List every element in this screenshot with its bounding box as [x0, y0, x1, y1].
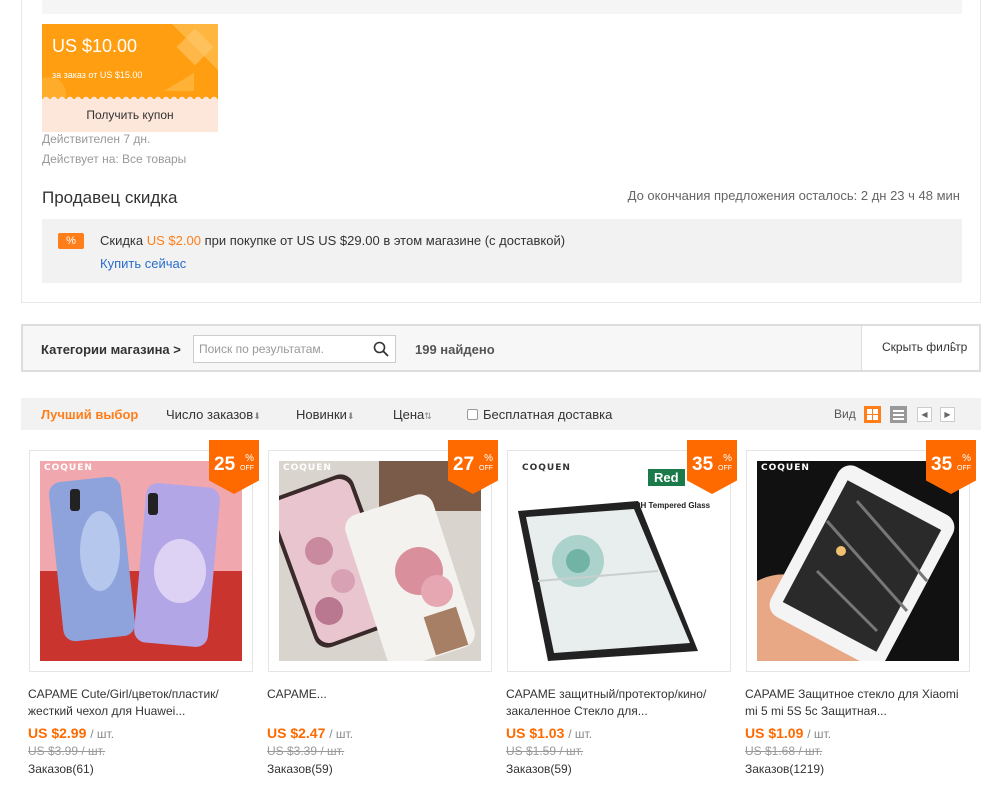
top-strip: [42, 0, 962, 14]
product-card[interactable]: COQUEN 27 % OFF CAPAME... US $2.47 / шт.…: [260, 440, 498, 780]
discount-description: Скидка US $2.00 при покупке от US US $29…: [100, 233, 565, 248]
product-photo: [279, 461, 481, 661]
badge-off: OFF: [240, 465, 254, 472]
product-card[interactable]: COQUEN 25 % OFF CAPAME Cute/Girl/цветок/…: [21, 440, 259, 780]
sort-updown-icon: ⇅: [424, 411, 432, 421]
badge-percent: %: [245, 453, 254, 464]
get-coupon-button[interactable]: Получить купон: [42, 99, 218, 132]
badge-percent: %: [723, 453, 732, 464]
product-price: US $2.47 / шт.: [267, 725, 353, 741]
product-orders: Заказов(61): [28, 762, 94, 776]
discount-percent: 27: [453, 454, 475, 475]
price-value: US $1.03: [506, 725, 565, 741]
sort-orders[interactable]: Число заказов⬇: [166, 407, 261, 422]
product-old-price: US $1.68 / шт.: [745, 744, 823, 758]
badge-percent: %: [962, 453, 971, 464]
store-filter-bar: Категории магазина > 199 найдено Скрыть …: [21, 324, 981, 372]
product-price: US $1.03 / шт.: [506, 725, 592, 741]
badge-percent: %: [484, 453, 493, 464]
product-old-price: US $3.39 / шт.: [267, 744, 345, 758]
sort-orders-label: Число заказов: [166, 407, 254, 422]
store-categories-link[interactable]: Категории магазина >: [41, 342, 181, 357]
price-unit: / шт.: [807, 727, 832, 741]
free-shipping-filter[interactable]: Бесплатная доставка: [467, 407, 612, 422]
coupon-validity: Действителен 7 дн.: [42, 132, 151, 146]
price-unit: / шт.: [568, 727, 593, 741]
product-card[interactable]: COQUEN 35 % OFF CAPAME Защитное стекло д…: [738, 440, 976, 780]
product-orders: Заказов(1219): [745, 762, 825, 776]
badge-off: OFF: [718, 465, 732, 472]
sort-best-match[interactable]: Лучший выбор: [41, 407, 138, 422]
product-title[interactable]: CAPAME Cute/Girl/цветок/пластик/жесткий …: [28, 686, 253, 720]
coupon-decoration: [164, 73, 194, 91]
discount-middle: при покупке от US: [204, 233, 315, 248]
product-old-price: US $3.99 / шт.: [28, 744, 106, 758]
seller-discount-box: % Скидка US $2.00 при покупке от US US $…: [42, 219, 962, 283]
product-photo: [518, 461, 720, 661]
product-old-price: US $1.59 / шт.: [506, 744, 584, 758]
next-page-icon[interactable]: ▶: [940, 407, 955, 422]
discount-percent: 35: [692, 454, 714, 475]
grid-view-icon[interactable]: [864, 406, 881, 423]
prev-page-icon[interactable]: ◀: [917, 407, 932, 422]
coupon-edge: [42, 94, 218, 99]
product-photo: [757, 461, 959, 661]
price-value: US $2.47: [267, 725, 326, 741]
free-shipping-label: Бесплатная доставка: [483, 407, 613, 422]
sort-bar: Лучший выбор Число заказов⬇ Новинки⬇ Цен…: [21, 398, 981, 430]
product-photo: [40, 461, 242, 661]
store-coupon: US $10.00 за заказ от US $15.00 Получить…: [42, 24, 218, 132]
product-title[interactable]: CAPAME защитный/протектор/кино/закаленно…: [506, 686, 731, 720]
badge-off: OFF: [957, 465, 971, 472]
coupon-panel: US $10.00 за заказ от US $15.00 Получить…: [21, 0, 981, 303]
sort-price-label: Цена: [393, 407, 425, 422]
badge-off: OFF: [479, 465, 493, 472]
discount-value: US $2.00: [146, 233, 201, 248]
sort-newest-label: Новинки: [296, 407, 347, 422]
brand-logo: COQUEN: [761, 463, 810, 473]
results-count: 199 найдено: [415, 342, 495, 357]
brand-logo: COQUEN: [283, 463, 332, 473]
product-orders: Заказов(59): [267, 762, 333, 776]
red-label: Red: [648, 469, 685, 486]
discount-percent: 35: [931, 454, 953, 475]
seller-discount-title: Продавец скидка: [42, 188, 178, 207]
sort-arrow-down-icon: ⬇: [346, 411, 355, 421]
product-price: US $1.09 / шт.: [745, 725, 831, 741]
buy-now-link[interactable]: Купить сейчас: [100, 256, 186, 271]
sort-price[interactable]: Цена⇅: [393, 407, 432, 422]
price-unit: / шт.: [90, 727, 115, 741]
hide-filter-button[interactable]: Скрыть фильтр ⌃: [861, 326, 979, 370]
price-value: US $2.99: [28, 725, 87, 741]
brand-logo: COQUEN: [44, 463, 93, 473]
price-unit: / шт.: [329, 727, 354, 741]
discount-percent: 25: [214, 454, 236, 475]
product-title[interactable]: CAPAME...: [267, 686, 492, 720]
sort-newest[interactable]: Новинки⬇: [296, 407, 354, 422]
tempered-glass-label: 9H Tempered Glass: [636, 501, 711, 510]
discount-prefix: Скидка: [100, 233, 144, 248]
coupon-face: US $10.00 за заказ от US $15.00: [42, 24, 218, 99]
brand-logo: COQUEN: [522, 463, 571, 473]
sort-arrow-down-icon: ⬇: [253, 411, 261, 421]
coupon-applies-to: Действует на: Все товары: [42, 152, 187, 166]
search-box: [193, 335, 396, 363]
discount-min-value: US $29.00: [318, 233, 380, 248]
offer-countdown: До окончания предложения осталось: 2 дн …: [627, 188, 960, 203]
search-input[interactable]: [194, 336, 364, 362]
chevron-up-icon: ⌃: [948, 341, 957, 352]
product-price: US $2.99 / шт.: [28, 725, 114, 741]
coupon-condition: за заказ от US $15.00: [52, 70, 143, 80]
list-view-icon[interactable]: [890, 406, 907, 423]
coupon-amount: US $10.00: [52, 36, 138, 56]
product-orders: Заказов(59): [506, 762, 572, 776]
discount-suffix: в этом магазине (с доставкой): [383, 233, 566, 248]
free-shipping-checkbox[interactable]: [467, 409, 478, 420]
view-label: Вид: [834, 407, 856, 421]
price-value: US $1.09: [745, 725, 804, 741]
product-card[interactable]: COQUEN Red 9H Tempered Glass 35 % OFF CA…: [499, 440, 737, 780]
search-icon[interactable]: [373, 341, 389, 357]
product-title[interactable]: CAPAME Защитное стекло для Xiaomi mi 5 m…: [745, 686, 970, 720]
percent-icon: %: [58, 233, 84, 249]
